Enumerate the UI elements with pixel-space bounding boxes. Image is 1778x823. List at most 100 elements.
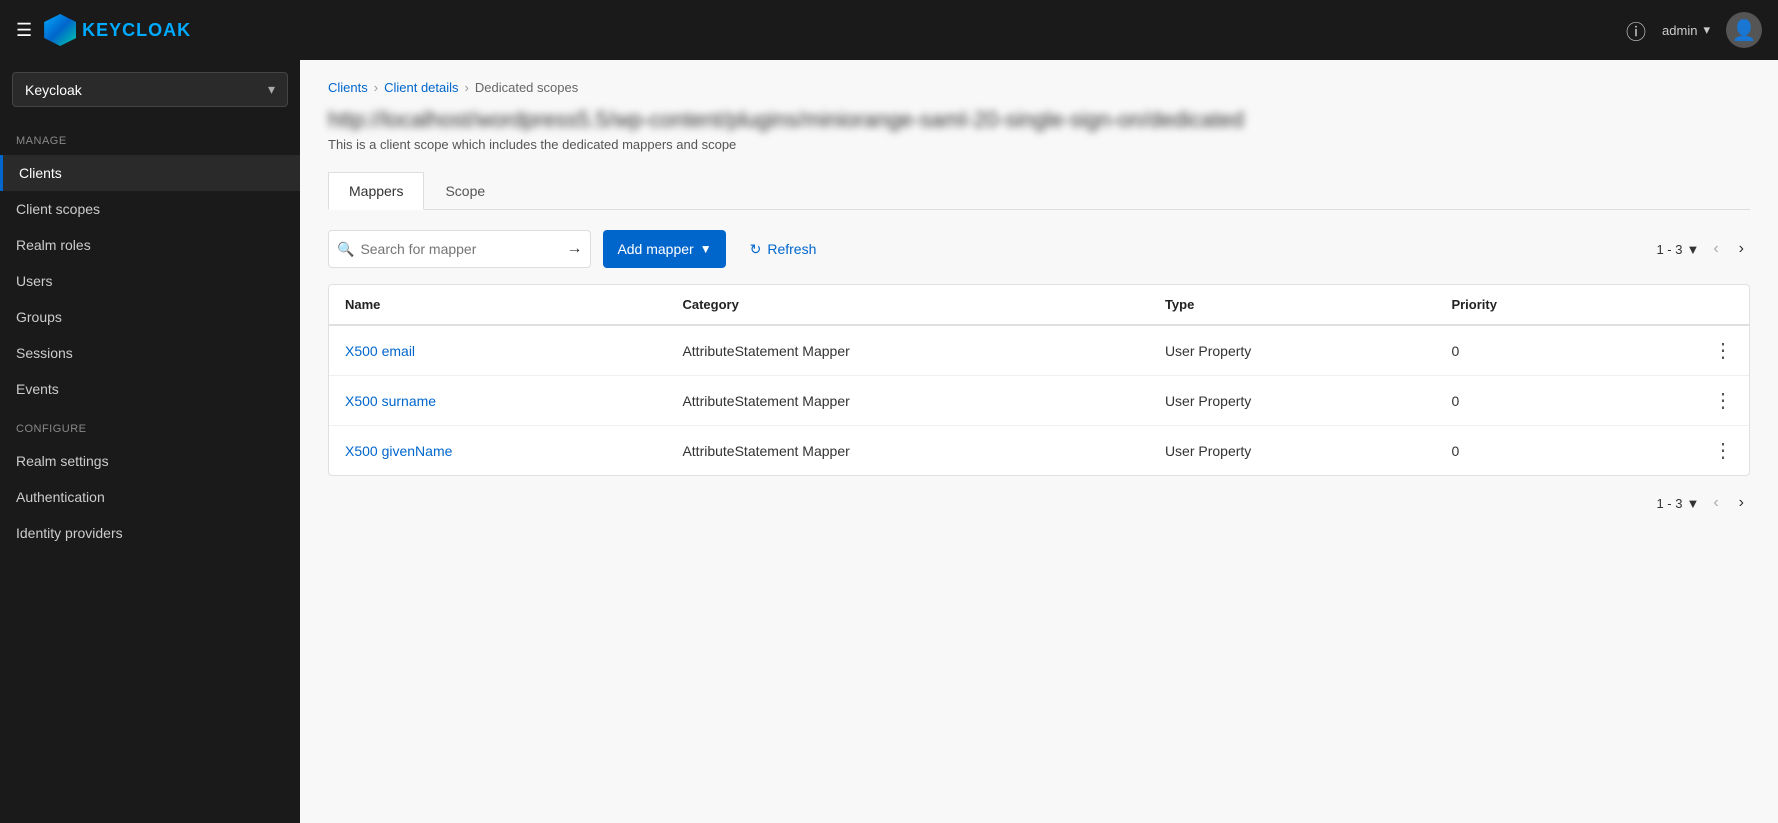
sidebar-item-realm-settings[interactable]: Realm settings (0, 443, 300, 479)
table-header-row: Name Category Type Priority (329, 285, 1749, 325)
breadcrumb-current: Dedicated scopes (475, 80, 578, 95)
bottom-page-next-button[interactable]: › (1733, 492, 1750, 514)
sidebar-item-authentication[interactable]: Authentication (0, 479, 300, 515)
cell-type-0: User Property (1149, 325, 1436, 376)
search-box: 🔍 → (328, 230, 591, 268)
col-name: Name (329, 285, 666, 325)
kebab-menu-1[interactable]: ⋮ (1623, 376, 1749, 426)
tab-scope[interactable]: Scope (424, 172, 506, 210)
link-name-0[interactable]: X500 email (345, 343, 415, 359)
sidebar-item-groups[interactable]: Groups (0, 299, 300, 335)
tabs: Mappers Scope (328, 172, 1750, 210)
add-mapper-button[interactable]: Add mapper ▼ (603, 230, 725, 268)
col-priority: Priority (1435, 285, 1623, 325)
pagination-top: 1 - 3 ▼ ‹ › (1656, 238, 1750, 260)
bottom-page-prev-button[interactable]: ‹ (1707, 492, 1724, 514)
mappers-table: Name Category Type Priority X500 email A… (328, 284, 1750, 476)
user-dropdown[interactable]: admin ▾ (1662, 22, 1710, 38)
page-title: http://localhost/wordpress5.5/wp-content… (328, 107, 1750, 133)
sidebar-item-clients[interactable]: Clients (0, 155, 300, 191)
refresh-button[interactable]: ↻ Refresh (738, 233, 829, 266)
col-category: Category (666, 285, 1148, 325)
cell-category-2: AttributeStatement Mapper (666, 426, 1148, 476)
kebab-menu-0[interactable]: ⋮ (1623, 325, 1749, 376)
add-mapper-label: Add mapper (617, 241, 693, 257)
breadcrumb-clients[interactable]: Clients (328, 80, 368, 95)
sidebar-item-sessions[interactable]: Sessions (0, 335, 300, 371)
breadcrumb-sep-2: › (465, 80, 469, 95)
user-dropdown-arrow: ▾ (1703, 22, 1710, 38)
search-arrow-icon[interactable]: → (566, 240, 582, 258)
sidebar-item-clients-label: Clients (19, 165, 62, 181)
sidebar-item-events[interactable]: Events (0, 371, 300, 407)
page-subtitle: This is a client scope which includes th… (328, 137, 1750, 152)
logo-icon (44, 14, 76, 46)
sidebar-item-realm-settings-label: Realm settings (16, 453, 109, 469)
avatar[interactable]: 👤 (1726, 12, 1762, 48)
hamburger-icon[interactable]: ☰ (16, 20, 32, 41)
cell-type-1: User Property (1149, 376, 1436, 426)
topnav: ☰ KEYCLOAK ⓘ admin ▾ 👤 (0, 0, 1778, 60)
sidebar-item-sessions-label: Sessions (16, 345, 73, 361)
toolbar: 🔍 → Add mapper ▼ ↻ Refresh 1 - 3 ▼ ‹ › (328, 230, 1750, 268)
link-name-1[interactable]: X500 surname (345, 393, 436, 409)
table-row: X500 givenName AttributeStatement Mapper… (329, 426, 1749, 476)
page-size-select[interactable]: 1 - 3 ▼ (1656, 242, 1699, 257)
sidebar-item-identity-providers-label: Identity providers (16, 525, 123, 541)
realm-arrow: ▾ (268, 81, 275, 98)
breadcrumb-client-details[interactable]: Client details (384, 80, 458, 95)
table-row: X500 surname AttributeStatement Mapper U… (329, 376, 1749, 426)
cell-name-1: X500 surname (329, 376, 666, 426)
cell-category-0: AttributeStatement Mapper (666, 325, 1148, 376)
sidebar-item-authentication-label: Authentication (16, 489, 105, 505)
add-mapper-dropdown-arrow: ▼ (700, 242, 712, 256)
configure-section-label: Configure (0, 407, 300, 443)
pagination-dropdown-arrow: ▼ (1686, 242, 1699, 257)
user-label: admin (1662, 23, 1697, 38)
bottom-pagination-count: 1 - 3 (1656, 496, 1682, 511)
sidebar-item-client-scopes[interactable]: Client scopes (0, 191, 300, 227)
logo-cloak: CLOAK (122, 20, 191, 40)
page-next-button[interactable]: › (1733, 238, 1750, 260)
sidebar-item-users[interactable]: Users (0, 263, 300, 299)
bottom-page-size-select[interactable]: 1 - 3 ▼ (1656, 496, 1699, 511)
sidebar-item-identity-providers[interactable]: Identity providers (0, 515, 300, 551)
cell-name-0: X500 email (329, 325, 666, 376)
search-input[interactable] (360, 241, 560, 257)
logo: KEYCLOAK (44, 14, 191, 46)
sidebar-item-groups-label: Groups (16, 309, 62, 325)
col-actions (1623, 285, 1749, 325)
page-prev-button[interactable]: ‹ (1707, 238, 1724, 260)
help-icon[interactable]: ⓘ (1626, 16, 1646, 45)
col-type: Type (1149, 285, 1436, 325)
refresh-icon: ↻ (750, 241, 762, 258)
sidebar: Keycloak ▾ Manage Clients Client scopes … (0, 60, 300, 823)
realm-name: Keycloak (25, 82, 82, 98)
cell-priority-1: 0 (1435, 376, 1623, 426)
logo-key: KEY (82, 20, 122, 40)
sidebar-item-users-label: Users (16, 273, 53, 289)
manage-section-label: Manage (0, 119, 300, 155)
tab-mappers-label: Mappers (349, 183, 403, 199)
sidebar-item-client-scopes-label: Client scopes (16, 201, 100, 217)
sidebar-item-realm-roles[interactable]: Realm roles (0, 227, 300, 263)
breadcrumb-sep-1: › (374, 80, 378, 95)
kebab-menu-2[interactable]: ⋮ (1623, 426, 1749, 476)
link-name-2[interactable]: X500 givenName (345, 443, 452, 459)
main-content: Clients › Client details › Dedicated sco… (300, 60, 1778, 823)
cell-priority-0: 0 (1435, 325, 1623, 376)
sidebar-item-realm-roles-label: Realm roles (16, 237, 91, 253)
cell-name-2: X500 givenName (329, 426, 666, 476)
cell-priority-2: 0 (1435, 426, 1623, 476)
refresh-label: Refresh (767, 241, 816, 257)
pagination-bottom: 1 - 3 ▼ ‹ › (328, 476, 1750, 518)
bottom-pagination-arrow: ▼ (1686, 496, 1699, 511)
table-row: X500 email AttributeStatement Mapper Use… (329, 325, 1749, 376)
sidebar-item-events-label: Events (16, 381, 59, 397)
realm-selector[interactable]: Keycloak ▾ (12, 72, 288, 107)
breadcrumb: Clients › Client details › Dedicated sco… (328, 80, 1750, 95)
tab-mappers[interactable]: Mappers (328, 172, 424, 210)
logo-text: KEYCLOAK (82, 20, 191, 41)
tab-scope-label: Scope (445, 183, 485, 199)
pagination-count: 1 - 3 (1656, 242, 1682, 257)
